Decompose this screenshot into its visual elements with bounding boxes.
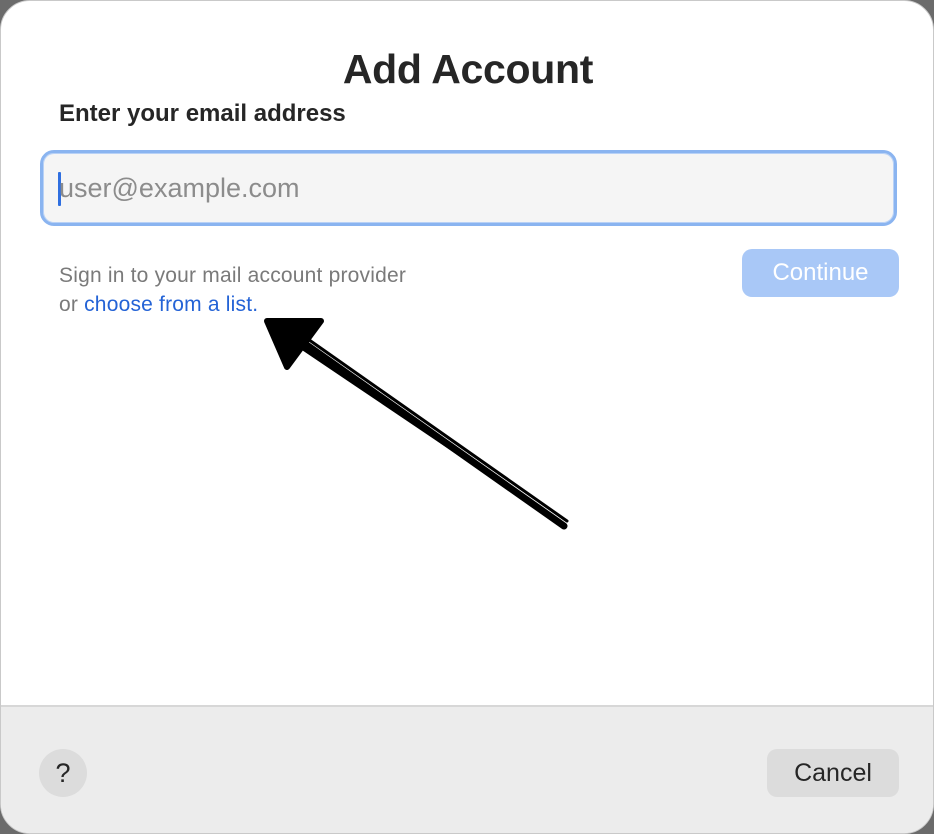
choose-from-list-link[interactable]: choose from a list. xyxy=(84,293,258,316)
continue-button[interactable]: Continue xyxy=(742,249,899,297)
hint-or-text: or xyxy=(59,293,85,316)
cancel-button[interactable]: Cancel xyxy=(767,749,899,797)
help-button[interactable]: ? xyxy=(39,749,87,797)
email-prompt-label: Enter your email address xyxy=(59,100,346,127)
email-field[interactable] xyxy=(40,150,897,226)
add-account-dialog: Add Account Enter your email address Sig… xyxy=(0,0,934,834)
hint-line-1: Sign in to your mail account provider xyxy=(59,264,407,287)
hint-line-2: or choose from a list. xyxy=(59,290,406,319)
dialog-footer: ? Cancel xyxy=(1,705,933,833)
email-input[interactable] xyxy=(59,163,879,213)
dialog-title: Add Account xyxy=(342,46,594,92)
provider-hint: Sign in to your mail account provider or… xyxy=(59,261,406,319)
